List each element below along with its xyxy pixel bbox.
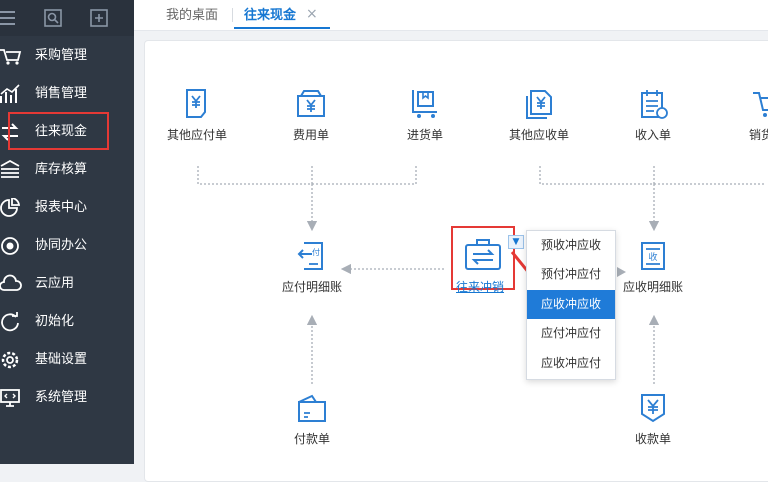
- sidebar-item-inventory[interactable]: 库存核算: [0, 152, 134, 188]
- node-label: 销货单: [748, 128, 768, 142]
- node-receipt[interactable]: 收款单: [608, 392, 698, 447]
- sidebar-item-cloud[interactable]: 云应用: [0, 266, 134, 302]
- payable-ledger-icon: 付: [297, 242, 323, 270]
- warehouse-icon: [0, 160, 20, 178]
- sidebar-item-reports[interactable]: 报表中心: [0, 190, 134, 226]
- node-label: 收款单: [634, 432, 671, 446]
- sales-cart-icon: [753, 92, 768, 117]
- dropdown-option[interactable]: 预收冲应收: [527, 231, 615, 260]
- node-label: 收入单: [634, 128, 671, 142]
- goods-in-icon: [412, 90, 437, 118]
- node-label: 费用单: [292, 128, 329, 142]
- node-label: 进货单: [406, 128, 443, 142]
- monitor-icon: [0, 389, 20, 407]
- svg-text:付: 付: [312, 247, 320, 257]
- dropdown-option[interactable]: 预付冲应付: [527, 260, 615, 289]
- briefcase-transfer-icon[interactable]: [465, 238, 501, 270]
- receivable-ledger-icon: 收: [641, 242, 665, 270]
- node-label: 其他应收单: [508, 128, 569, 142]
- sidebar-item-basic-settings[interactable]: 基础设置: [0, 342, 134, 378]
- sidebar-item-system[interactable]: 系统管理: [0, 380, 134, 416]
- node-label: 应收明细账: [622, 280, 683, 294]
- menu-icon[interactable]: [0, 9, 18, 27]
- yen-document-icon: [526, 90, 552, 119]
- hub-label[interactable]: 往来冲销: [456, 278, 504, 295]
- sidebar-item-label: 采购管理: [35, 48, 88, 63]
- pie-chart-icon: [0, 198, 21, 217]
- node-label: 应付明细账: [281, 280, 342, 294]
- hub-dropdown-toggle[interactable]: ▼: [508, 235, 524, 249]
- node-income[interactable]: 收入单: [608, 88, 698, 143]
- sidebar-item-label: 库存核算: [35, 162, 88, 177]
- purchase-cart-icon: [0, 49, 22, 65]
- yen-receipt-icon: [186, 89, 206, 118]
- refresh-icon: [1, 312, 19, 332]
- node-other-receivable[interactable]: 其他应收单: [494, 88, 584, 143]
- dropdown-option[interactable]: 应付冲应付: [527, 319, 615, 348]
- collaboration-icon: [1, 237, 19, 255]
- sidebar-item-label: 系统管理: [35, 390, 88, 405]
- gear-icon: [1, 351, 19, 369]
- sidebar-item-label: 报表中心: [35, 200, 88, 215]
- sidebar-item-label: 销售管理: [35, 86, 88, 101]
- payment-wallet-icon: [298, 394, 326, 422]
- node-label: 其他应付单: [166, 128, 227, 142]
- sidebar-item-collab[interactable]: 协同办公: [0, 228, 134, 264]
- cloud-icon: [0, 274, 22, 291]
- sidebar: 采购管理 销售管理 往来现金 库存核算 报表中心 协同办公 云应用 初始化 基础…: [0, 0, 134, 464]
- offset-type-dropdown: 预收冲应收 预付冲应付 应收冲应收 应付冲应付 应收冲应付: [526, 230, 616, 380]
- dropdown-option-selected[interactable]: 应收冲应收: [527, 290, 615, 319]
- sidebar-item-purchase[interactable]: 采购管理: [0, 38, 134, 74]
- sales-chart-icon: [0, 84, 20, 103]
- node-payable-ledger[interactable]: 付 应付明细账: [267, 240, 357, 295]
- sidebar-item-label: 协同办公: [35, 238, 88, 253]
- node-receivable-ledger[interactable]: 收 应收明细账: [608, 240, 698, 295]
- search-icon[interactable]: [44, 9, 62, 27]
- yen-box-icon: [297, 90, 325, 117]
- sidebar-item-sales[interactable]: 销售管理: [0, 76, 134, 112]
- node-payment[interactable]: 付款单: [267, 392, 357, 447]
- node-expense[interactable]: 费用单: [266, 88, 356, 143]
- sidebar-item-label: 初始化: [35, 314, 75, 329]
- node-sales-order[interactable]: 销货单: [722, 88, 768, 143]
- income-calendar-icon: [641, 90, 668, 119]
- node-other-payable[interactable]: 其他应付单: [152, 88, 242, 143]
- sidebar-highlight-box: [8, 112, 109, 150]
- sidebar-item-init[interactable]: 初始化: [0, 304, 134, 340]
- receipt-yen-icon: [641, 394, 665, 423]
- sidebar-item-label: 云应用: [35, 276, 75, 291]
- sidebar-item-label: 基础设置: [35, 352, 88, 367]
- dropdown-option[interactable]: 应收冲应付: [527, 349, 615, 378]
- add-tab-icon[interactable]: [90, 9, 108, 27]
- node-goods-in[interactable]: 进货单: [380, 88, 470, 143]
- node-label: 付款单: [293, 432, 330, 446]
- sidebar-topbar: [0, 0, 134, 36]
- svg-text:收: 收: [648, 251, 657, 263]
